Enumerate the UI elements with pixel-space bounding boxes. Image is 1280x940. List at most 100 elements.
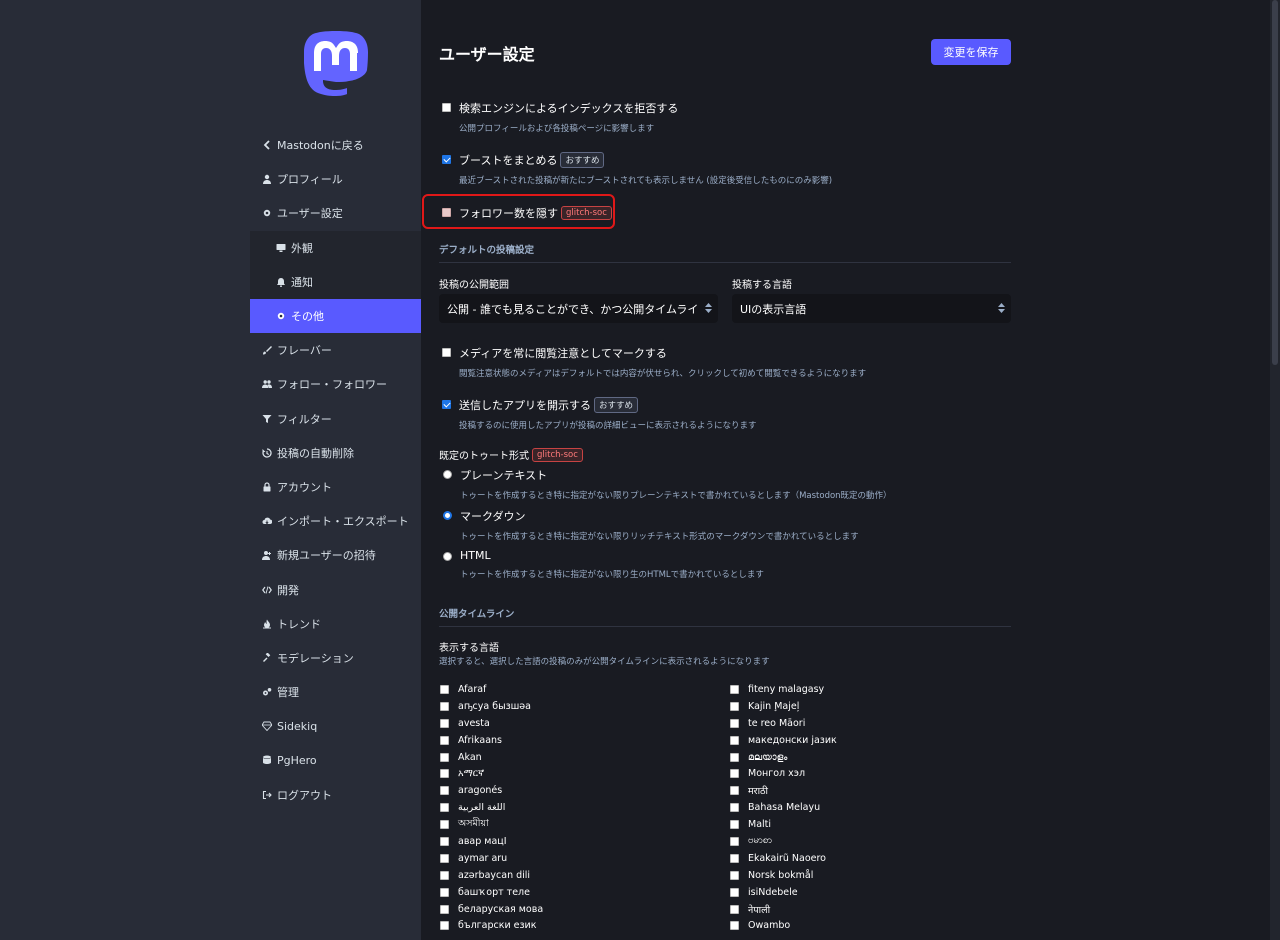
language-option[interactable]: Afaraf: [440, 681, 543, 698]
language-checkbox[interactable]: [440, 870, 449, 880]
language-checkbox[interactable]: [730, 803, 739, 813]
language-checkbox[interactable]: [730, 684, 739, 694]
language-option[interactable]: Bahasa Melayu: [730, 799, 837, 816]
sidebar-item-label: 管理: [277, 686, 299, 700]
language-option[interactable]: Akan: [440, 749, 543, 766]
language-option[interactable]: aragonés: [440, 782, 543, 799]
language-option[interactable]: македонски јазик: [730, 732, 837, 749]
language-checkbox[interactable]: [440, 904, 449, 914]
language-option[interactable]: Kajin M̧ajeļ: [730, 698, 837, 715]
language-option[interactable]: नेपाली: [730, 901, 837, 918]
sidebar-item[interactable]: PgHero: [250, 743, 421, 777]
sidebar-item[interactable]: アカウント: [250, 470, 421, 504]
sidebar-item[interactable]: ユーザー設定: [250, 196, 421, 230]
language-option[interactable]: авар мацӀ: [440, 833, 543, 850]
mastodon-logo[interactable]: [302, 28, 370, 100]
sidebar-item[interactable]: 新規ユーザーの招待: [250, 538, 421, 572]
sidebar-item[interactable]: フォロー・フォロワー: [250, 367, 421, 401]
noindex-checkbox[interactable]: [442, 103, 451, 112]
language-option[interactable]: te reo Māori: [730, 715, 837, 732]
sidebar-item[interactable]: 投稿の自動削除: [250, 436, 421, 470]
language-option[interactable]: ဗမာစာ: [730, 833, 837, 850]
language-option[interactable]: Owambo: [730, 917, 837, 934]
language-option[interactable]: български език: [440, 917, 543, 934]
sidebar-item[interactable]: フィルター: [250, 402, 421, 436]
save-button[interactable]: 変更を保存: [931, 39, 1011, 65]
sidebar-item[interactable]: 通知: [250, 264, 421, 299]
code-icon: [262, 585, 272, 595]
language-option[interactable]: Монгол хэл: [730, 765, 837, 782]
language-option[interactable]: isiNdebele: [730, 884, 837, 901]
language-checkbox[interactable]: [730, 718, 739, 728]
language-checkbox[interactable]: [440, 752, 449, 762]
format-option-markdown[interactable]: マークダウン トゥートを作成するとき特に指定がない限りリッチテキスト形式のマーク…: [443, 508, 859, 542]
language-checkbox[interactable]: [730, 870, 739, 880]
language-option[interactable]: አማርኛ: [440, 765, 543, 782]
language-option[interactable]: aymar aru: [440, 850, 543, 867]
language-checkbox[interactable]: [730, 887, 739, 897]
language-option[interactable]: অসমীয়া: [440, 816, 543, 833]
language-option[interactable]: fiteny malagasy: [730, 681, 837, 698]
language-select[interactable]: UIの表示言語: [732, 294, 1011, 323]
language-checkbox[interactable]: [440, 803, 449, 813]
language-checkbox[interactable]: [730, 836, 739, 846]
language-option[interactable]: Afrikaans: [440, 732, 543, 749]
sidebar-item[interactable]: フレーバー: [250, 333, 421, 367]
sidebar-item[interactable]: トレンド: [250, 607, 421, 641]
sidebar-item[interactable]: その他: [250, 298, 421, 334]
language-checkbox[interactable]: [440, 735, 449, 745]
language-option[interactable]: беларуская мова: [440, 901, 543, 918]
language-checkbox[interactable]: [730, 786, 739, 796]
sidebar-item[interactable]: プロフィール: [250, 162, 421, 196]
format-radio-markdown[interactable]: [443, 511, 452, 520]
language-checkbox[interactable]: [440, 769, 449, 779]
language-label: नेपाली: [748, 904, 771, 916]
format-option-html[interactable]: HTML トゥートを作成するとき特に指定がない限り生のHTMLで書かれているとし…: [443, 549, 764, 580]
language-checkbox[interactable]: [440, 684, 449, 694]
sidebar-item[interactable]: ログアウト: [250, 778, 421, 812]
language-checkbox[interactable]: [440, 786, 449, 796]
language-checkbox[interactable]: [730, 921, 739, 931]
scrollbar[interactable]: [1270, 0, 1280, 940]
language-checkbox[interactable]: [730, 735, 739, 745]
language-checkbox[interactable]: [440, 921, 449, 931]
language-option[interactable]: Norsk bokmål: [730, 867, 837, 884]
language-option[interactable]: Malti: [730, 816, 837, 833]
language-option[interactable]: башҡорт теле: [440, 884, 543, 901]
language-checkbox[interactable]: [440, 836, 449, 846]
sidebar-item[interactable]: 管理: [250, 675, 421, 709]
sidebar-item[interactable]: モデレーション: [250, 641, 421, 675]
sidebar-item[interactable]: 外観: [250, 230, 421, 265]
sidebar-item[interactable]: インポート・エクスポート: [250, 504, 421, 538]
format-radio-html[interactable]: [443, 552, 452, 561]
language-option[interactable]: аҧсуа бызшәа: [440, 698, 543, 715]
language-checkbox[interactable]: [440, 701, 449, 711]
language-option[interactable]: मराठी: [730, 782, 837, 799]
format-radio-plain[interactable]: [443, 470, 452, 479]
language-option[interactable]: മലയാളം: [730, 749, 837, 766]
language-checkbox[interactable]: [730, 701, 739, 711]
aggregate-checkbox[interactable]: [442, 155, 451, 164]
language-checkbox[interactable]: [440, 853, 449, 863]
sidebar-item[interactable]: Mastodonに戻る: [250, 128, 421, 162]
sidebar-item[interactable]: Sidekiq: [250, 709, 421, 743]
sidebar-item[interactable]: 開発: [250, 572, 421, 606]
hide-followers-checkbox[interactable]: [442, 208, 451, 217]
language-checkbox[interactable]: [730, 769, 739, 779]
privacy-select[interactable]: 公開 - 誰でも見ることができ、かつ公開タイムラインにも表示されます: [439, 294, 718, 323]
language-checkbox[interactable]: [730, 853, 739, 863]
language-checkbox[interactable]: [440, 887, 449, 897]
language-checkbox[interactable]: [440, 820, 449, 830]
format-option-plain[interactable]: プレーンテキスト トゥートを作成するとき特に指定がない限りプレーンテキストで書か…: [443, 467, 892, 501]
sensitive-checkbox[interactable]: [442, 348, 451, 357]
language-checkbox[interactable]: [440, 718, 449, 728]
scrollbar-thumb[interactable]: [1272, 0, 1278, 365]
language-checkbox[interactable]: [730, 752, 739, 762]
language-checkbox[interactable]: [730, 904, 739, 914]
language-option[interactable]: اللغة العربية: [440, 799, 543, 816]
language-option[interactable]: avesta: [440, 715, 543, 732]
show-app-checkbox[interactable]: [442, 400, 451, 409]
language-option[interactable]: Ekakairũ Naoero: [730, 850, 837, 867]
language-option[interactable]: azərbaycan dili: [440, 867, 543, 884]
language-checkbox[interactable]: [730, 820, 739, 830]
